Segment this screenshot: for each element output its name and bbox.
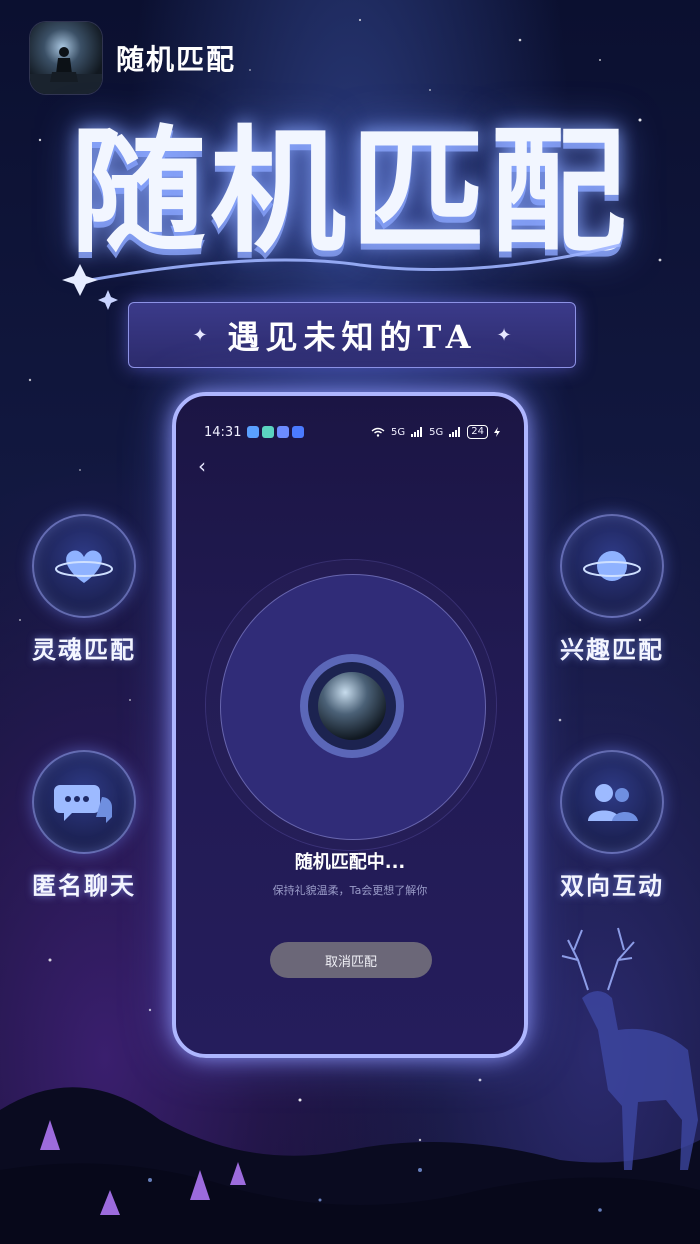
- feature-ring: [32, 750, 136, 854]
- signal-icon: [411, 427, 423, 437]
- two-users-icon: [588, 784, 638, 821]
- feature-ring: [560, 750, 664, 854]
- feature-label: 兴趣匹配: [560, 636, 664, 664]
- avatar: [318, 672, 386, 740]
- slogan-text: 遇见未知的TA: [227, 318, 477, 356]
- app-icon: [30, 22, 102, 94]
- matching-status-text: 随机匹配中...: [294, 852, 406, 873]
- feature-label: 灵魂匹配: [32, 636, 136, 664]
- avatar-frame: [308, 662, 396, 750]
- app-notification-icon: [292, 426, 305, 438]
- app-notification-icon: [262, 426, 275, 438]
- feature-soul-match[interactable]: 灵魂匹配: [14, 514, 154, 665]
- app-notification-icon: [247, 426, 260, 438]
- wifi-icon: [371, 427, 385, 437]
- status-time: 14:31: [204, 424, 242, 440]
- phone-mockup: 14:31 5G 5G 24 ‹ 随机匹配中... 保持礼貌温柔，Ta会更想了解…: [172, 392, 528, 1058]
- avatar-ring: [300, 654, 404, 758]
- planet-icon: [583, 551, 641, 581]
- status-indicators: 5G 5G 24: [371, 425, 500, 439]
- chat-bubbles-icon: [54, 785, 112, 823]
- feature-mutual-interaction[interactable]: 双向互动: [542, 750, 682, 901]
- app-name: 随机匹配: [116, 43, 237, 76]
- feature-ring: [560, 514, 664, 618]
- feature-interest-match[interactable]: 兴趣匹配: [542, 514, 682, 665]
- feature-label: 匿名聊天: [32, 872, 136, 900]
- status-bar: 14:31 5G 5G 24: [204, 422, 500, 442]
- slogan-banner: ✦ 遇见未知的TA ✦: [128, 302, 576, 368]
- sparkle-icon: ✦: [192, 324, 208, 346]
- glowing-deer-decoration: [561, 927, 698, 1170]
- cancel-match-button[interactable]: 取消匹配: [270, 942, 432, 978]
- app-notification-icon: [277, 426, 290, 438]
- heart-planet-icon: [55, 550, 113, 583]
- network-type: 5G: [429, 426, 444, 438]
- back-button[interactable]: ‹: [198, 454, 206, 478]
- feature-anonymous-chat[interactable]: 匿名聊天: [14, 750, 154, 901]
- network-type: 5G: [391, 426, 406, 438]
- sparkle-swoosh-decoration: [62, 243, 621, 310]
- crescent-moon-decoration: [606, 394, 662, 506]
- sparkle-icon: ✦: [496, 324, 512, 346]
- matching-hint-text: 保持礼貌温柔，Ta会更想了解你: [272, 884, 428, 897]
- charging-icon: [494, 427, 500, 437]
- battery-level: 24: [467, 425, 488, 439]
- feature-label: 双向互动: [560, 872, 664, 900]
- notification-icons: [247, 426, 305, 438]
- signal-icon: [449, 427, 461, 437]
- app-header: 随机匹配: [30, 22, 236, 94]
- feature-ring: [32, 514, 136, 618]
